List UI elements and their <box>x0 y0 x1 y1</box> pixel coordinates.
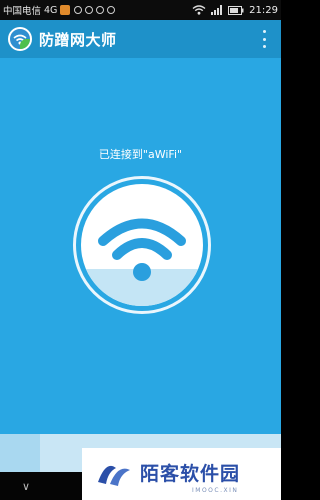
wifi-status-button[interactable] <box>81 184 203 306</box>
status-bar: 中国电信 4G 21:29 <box>0 0 281 20</box>
app-screen: 中国电信 4G 21:29 防蹭网大师 已连接到"aWiFi" ∨ 陌客软件园 … <box>0 0 281 500</box>
watermark-subtitle: IMOOC.XIN <box>192 487 239 494</box>
back-icon[interactable]: ∨ <box>22 480 30 493</box>
wifi-icon <box>98 218 186 281</box>
watermark-name: 陌客软件园 <box>140 462 241 485</box>
main-panel: 已连接到"aWiFi" <box>0 58 281 434</box>
circle-icon <box>107 6 116 14</box>
circle-icon <box>96 6 105 14</box>
battery-icon <box>228 5 244 15</box>
connection-status-text: 已连接到"aWiFi" <box>98 148 183 161</box>
circle-icon <box>74 6 83 14</box>
overflow-menu-icon[interactable] <box>261 30 267 48</box>
status-icons: 21:29 <box>192 5 278 16</box>
watermark: 陌客软件园 IMOOC.XIN <box>82 448 281 500</box>
app-title: 防蹭网大师 <box>39 30 117 49</box>
notification-icon <box>60 5 71 15</box>
cell-signal-icon <box>211 5 223 15</box>
clock: 21:29 <box>249 4 278 16</box>
carrier-label: 中国电信 <box>3 6 42 17</box>
network-type: 4G <box>44 4 58 16</box>
app-logo-icon <box>8 27 32 51</box>
circle-icon <box>85 6 94 14</box>
notification-dots <box>74 6 116 14</box>
watermark-logo-icon <box>98 465 130 486</box>
wifi-signal-icon <box>192 5 206 15</box>
app-bar: 防蹭网大师 <box>0 20 281 58</box>
